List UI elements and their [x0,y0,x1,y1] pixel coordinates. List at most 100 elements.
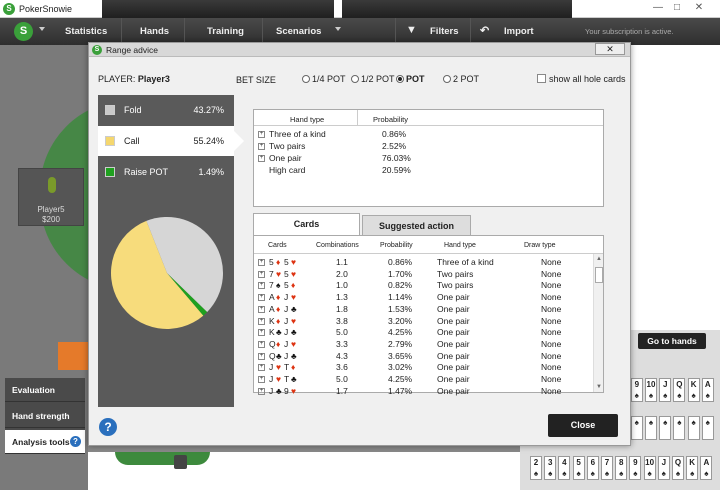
nav-analysis-tools[interactable]: Analysis tools ? [5,430,85,454]
card-cell[interactable]: Q ♠ [673,378,686,402]
hand-type-row[interactable]: + One pair 76.03% [254,153,603,165]
action-fold[interactable]: Fold 43.27% [98,95,234,125]
action-call[interactable]: Call 55.24% [98,126,244,156]
expand-icon[interactable]: + [258,329,265,337]
expand-icon[interactable]: + [258,155,265,162]
table-row[interactable]: + J ♣ 9 ♥ 1.7 1.47% One pair None [254,386,594,398]
filter-icon[interactable]: ▼ [406,24,417,36]
expand-icon[interactable]: + [258,352,265,360]
card-cell[interactable]: 10 ♠ [643,456,656,480]
show-all-hole-cards-checkbox[interactable]: show all hole cards [537,74,626,84]
bet-option-2-pot[interactable]: 2 POT [443,74,479,84]
card-cell[interactable]: ♠ [701,416,714,440]
menu-hands[interactable]: Hands [140,26,169,37]
card-cell[interactable]: 7 ♠ [601,456,613,480]
cards-table-scrollbar[interactable]: ▲ ▼ [593,254,603,392]
card-cell[interactable]: 9 ♠ [630,378,643,402]
expand-icon[interactable]: + [258,270,265,278]
table-row[interactable]: + J ♥ T ♣ 5.0 4.25% One pair None [254,374,594,386]
tab-cards[interactable]: Cards [253,213,360,235]
menu-statistics[interactable]: Statistics [65,26,107,37]
scroll-down-icon[interactable]: ▼ [596,384,602,390]
hand-type-row[interactable]: High card 20.59% [254,165,603,177]
table-thumbnail[interactable] [342,0,572,18]
chevron-down-icon[interactable] [335,27,341,31]
player-seat[interactable]: Player5 $200 [18,168,84,226]
table-row[interactable]: + K ♦ J ♥ 3.8 3.20% One pair None [254,316,594,328]
scroll-up-icon[interactable]: ▲ [596,256,602,262]
card-cell[interactable]: 5 ♠ [572,456,585,480]
card-cell[interactable]: J ♠ [659,378,672,402]
expand-icon[interactable]: + [258,317,265,325]
help-icon[interactable]: ? [70,436,81,447]
maximize-icon[interactable]: □ [670,2,684,13]
action-button[interactable] [58,342,88,370]
expand-icon[interactable]: + [258,376,265,383]
card-cell[interactable]: 2 ♠ [530,456,542,480]
close-button[interactable]: Close [548,414,618,437]
table-row[interactable]: + Q ♦ J ♥ 3.3 2.79% One pair None [254,339,594,351]
card-cell[interactable]: A ♠ [700,456,713,480]
card-cell[interactable]: K ♠ [687,378,700,402]
card-cell[interactable]: ♠ [659,416,672,440]
bet-option-quarter-pot[interactable]: 1/4 POT [302,74,346,84]
close-window-icon[interactable]: ✕ [692,2,706,13]
header-hand-type: Hand type [290,115,325,124]
card-cell[interactable]: ♠ [687,416,700,440]
action-name: Fold [124,105,142,115]
hand-type-row[interactable]: + Two pairs 2.52% [254,141,603,153]
menu-separator [262,18,263,45]
expand-icon[interactable]: + [258,131,265,138]
action-raise-pot[interactable]: Raise POT 1.49% [98,157,234,187]
bet-option-half-pot[interactable]: 1/2 POT [351,74,395,84]
go-to-hands-button[interactable]: Go to hands [638,333,706,349]
card-cell[interactable]: 4 ♠ [558,456,571,480]
table-row[interactable]: + J ♥ T ♦ 3.6 3.02% One pair None [254,362,594,374]
table-row[interactable]: +5 ♦ 5 ♥ 1.1 0.86% Three of a kind None [254,257,594,269]
card-cell[interactable]: ♠ [673,416,686,440]
hand-type-name: High card [269,165,306,175]
expand-icon[interactable]: + [258,305,265,313]
card-cell[interactable]: 6 ♠ [586,456,599,480]
expand-icon[interactable]: + [258,340,265,348]
card-cell[interactable]: 8 ♠ [615,456,628,480]
card-cell[interactable]: J ♠ [657,456,670,480]
card-cell[interactable]: K ♠ [686,456,699,480]
bet-option-pot[interactable]: POT [396,74,425,84]
card-cell[interactable]: 9 ♠ [629,456,642,480]
table-row[interactable]: + A ♦ J ♥ 1.3 1.14% One pair None [254,292,594,304]
menu-filters[interactable]: Filters [430,26,459,37]
nav-hand-strength[interactable]: Hand strength [5,404,85,428]
card-cell[interactable]: 10 ♠ [645,378,657,402]
expand-icon[interactable]: + [258,259,265,266]
table-row[interactable]: +7 ♥ 5 ♥ 2.0 1.70% Two pairs None [254,269,594,281]
table-thumbnail[interactable] [102,0,334,18]
expand-icon[interactable]: + [258,282,265,290]
card-cell[interactable]: 3 ♠ [544,456,557,480]
minimize-icon[interactable]: — [651,2,665,13]
main-menu-button[interactable]: S [14,22,33,41]
menu-training[interactable]: Training [207,26,244,37]
chevron-down-icon[interactable] [39,27,45,31]
menu-scenarios[interactable]: Scenarios [276,26,321,37]
table-row[interactable]: + K ♣ J ♣ 5.0 4.25% One pair None [254,327,594,339]
dialog-close-icon[interactable]: ✕ [595,43,625,55]
hand-type-row[interactable]: + Three of a kind 0.86% [254,129,603,141]
menu-import[interactable]: Import [504,26,534,37]
import-arrow-icon[interactable]: ↶ [480,24,489,37]
expand-icon[interactable]: + [258,294,265,302]
card-cell[interactable]: ♠ [645,416,657,440]
expand-icon[interactable]: + [258,387,265,395]
nav-evaluation[interactable]: Evaluation [5,378,85,402]
table-row[interactable]: +7 ♠ 5 ♦ 1.0 0.82% Two pairs None [254,280,594,292]
table-row[interactable]: + A ♦ J ♣ 1.8 1.53% One pair None [254,304,594,316]
expand-icon[interactable]: + [258,143,265,150]
card-cell[interactable]: A ♠ [701,378,714,402]
help-icon[interactable]: ? [99,418,117,436]
table-row[interactable]: + Q ♣ J ♣ 4.3 3.65% One pair None [254,351,594,363]
scrollbar-thumb[interactable] [595,267,603,283]
card-cell[interactable]: Q ♠ [672,456,684,480]
tab-suggested-action[interactable]: Suggested action [362,215,471,235]
card-cell[interactable]: ♠ [630,416,643,440]
expand-icon[interactable]: + [258,364,265,372]
